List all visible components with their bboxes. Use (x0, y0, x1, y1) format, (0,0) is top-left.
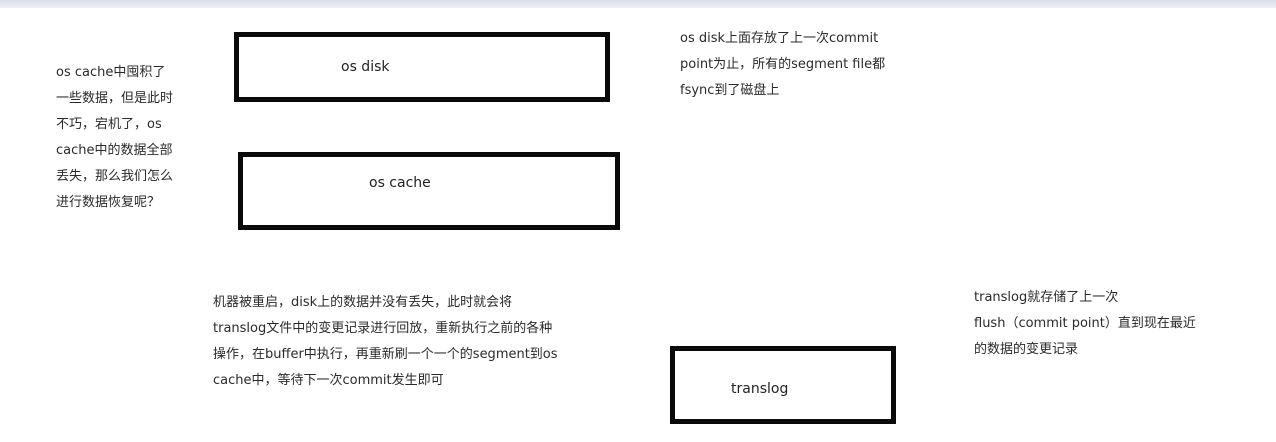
cache-loss-question-note: os cache中囤积了 一些数据，但是此时 不巧，宕机了，os cache中的… (56, 65, 174, 210)
translog-label: translog (731, 381, 789, 397)
translog-box: translog (670, 346, 896, 424)
os-cache-box: os cache (238, 152, 620, 230)
window-top-bar (0, 0, 1276, 8)
translog-records-note: translog就存储了上一次 flush（commit point）直到现在最… (974, 290, 1196, 357)
restart-recovery-note: 机器被重启，disk上的数据并没有丢失，此时就会将 translog文件中的变更… (213, 295, 558, 388)
os-cache-label: os cache (369, 175, 431, 191)
disk-commit-point-note: os disk上面存放了上一次commit point为止，所有的segment… (680, 31, 886, 98)
os-disk-label: os disk (341, 59, 390, 75)
os-disk-box: os disk (234, 32, 610, 102)
